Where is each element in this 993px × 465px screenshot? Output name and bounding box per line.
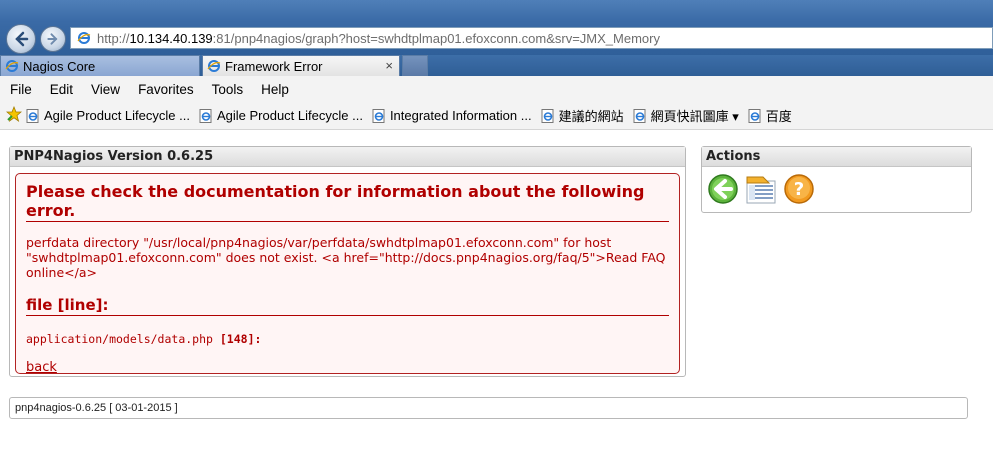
- menu-tools[interactable]: Tools: [203, 82, 253, 97]
- ie-page-icon: [77, 31, 91, 45]
- back-link[interactable]: back: [26, 360, 57, 375]
- page-content: PNP4Nagios Version 0.6.25 Please check t…: [0, 130, 993, 465]
- forward-button[interactable]: [40, 26, 66, 52]
- address-prefix: http://: [97, 30, 130, 46]
- main-panel: PNP4Nagios Version 0.6.25 Please check t…: [9, 146, 686, 377]
- menu-edit[interactable]: Edit: [41, 82, 82, 97]
- actions-icons: ?: [702, 167, 971, 210]
- footer-version: pnp4nagios-0.6.25 [ 03-01-2015 ]: [15, 402, 178, 414]
- ie-page-icon: [5, 59, 19, 73]
- address-host: 10.134.40.139: [129, 30, 213, 46]
- tab-strip: Nagios Core Framework Error ×: [0, 55, 993, 76]
- ie-page-icon: [633, 108, 647, 123]
- menu-help[interactable]: Help: [252, 82, 298, 97]
- favorites-bar: Agile Product Lifecycle ... Agile Produc…: [0, 102, 993, 130]
- help-icon[interactable]: ?: [782, 172, 815, 205]
- favorite-label: Integrated Information ...: [389, 108, 532, 123]
- ie-page-icon: [26, 108, 40, 123]
- page-title: PNP4Nagios Version 0.6.25: [10, 147, 685, 167]
- ie-page-icon: [199, 108, 213, 123]
- tab-framework-error[interactable]: Framework Error ×: [202, 55, 400, 76]
- footer: pnp4nagios-0.6.25 [ 03-01-2015 ]: [9, 397, 968, 419]
- forward-arrow-icon: [47, 33, 58, 45]
- tab-nagios-core[interactable]: Nagios Core: [0, 55, 200, 76]
- back-arrow-icon[interactable]: [706, 172, 739, 205]
- error-message: perfdata directory "/usr/local/pnp4nagio…: [26, 235, 666, 280]
- error-title: Please check the documentation for infor…: [26, 182, 669, 222]
- favorite-link[interactable]: 建議的網站: [541, 106, 624, 125]
- menu-file[interactable]: File: [0, 82, 41, 97]
- error-panel: Please check the documentation for infor…: [15, 173, 680, 375]
- actions-panel: Actions ?: [701, 146, 972, 213]
- tab-label: Nagios Core: [23, 58, 96, 74]
- favorite-link[interactable]: Integrated Information ...: [372, 108, 532, 123]
- favorites-star-icon[interactable]: [5, 105, 23, 125]
- ie-page-icon: [748, 108, 762, 123]
- favorite-link[interactable]: Agile Product Lifecycle ...: [26, 108, 190, 123]
- favorite-link[interactable]: Agile Product Lifecycle ...: [199, 108, 363, 123]
- favorite-link[interactable]: 百度: [748, 106, 792, 125]
- ie-page-icon: [372, 108, 386, 123]
- actions-title: Actions: [702, 147, 971, 167]
- ie-page-icon: [541, 108, 555, 123]
- document-list-icon[interactable]: [744, 172, 777, 205]
- favorite-link[interactable]: 網頁快訊圖庫 ▾: [633, 106, 739, 125]
- back-arrow-icon: [15, 31, 29, 47]
- error-file: application/models/data.php [148]:: [26, 332, 669, 346]
- menu-view[interactable]: View: [82, 82, 129, 97]
- file-line-heading: file [line]:: [26, 296, 669, 316]
- favorite-label: Agile Product Lifecycle ...: [44, 108, 190, 123]
- error-file-path: application/models/data.php: [26, 332, 213, 346]
- menu-bar: File Edit View Favorites Tools Help: [0, 76, 993, 102]
- address-path: :81/pnp4nagios/graph?host=swhdtplmap01.e…: [212, 30, 660, 46]
- new-tab-button[interactable]: [402, 55, 428, 76]
- favorite-label: 網頁快訊圖庫 ▾: [650, 109, 739, 124]
- back-button[interactable]: [6, 24, 36, 54]
- tab-close-icon[interactable]: ×: [385, 58, 393, 73]
- ie-page-icon: [207, 59, 221, 73]
- browser-toolbar: http://10.134.40.139:81/pnp4nagios/graph…: [0, 0, 993, 55]
- svg-text:?: ?: [793, 179, 803, 200]
- error-file-line: [148]:: [219, 332, 262, 346]
- menu-favorites[interactable]: Favorites: [129, 82, 203, 97]
- favorite-label: 百度: [765, 109, 792, 124]
- favorite-label: 建議的網站: [558, 109, 624, 124]
- address-bar[interactable]: http://10.134.40.139:81/pnp4nagios/graph…: [70, 27, 993, 49]
- favorite-label: Agile Product Lifecycle ...: [216, 108, 363, 123]
- tab-label: Framework Error: [225, 58, 323, 74]
